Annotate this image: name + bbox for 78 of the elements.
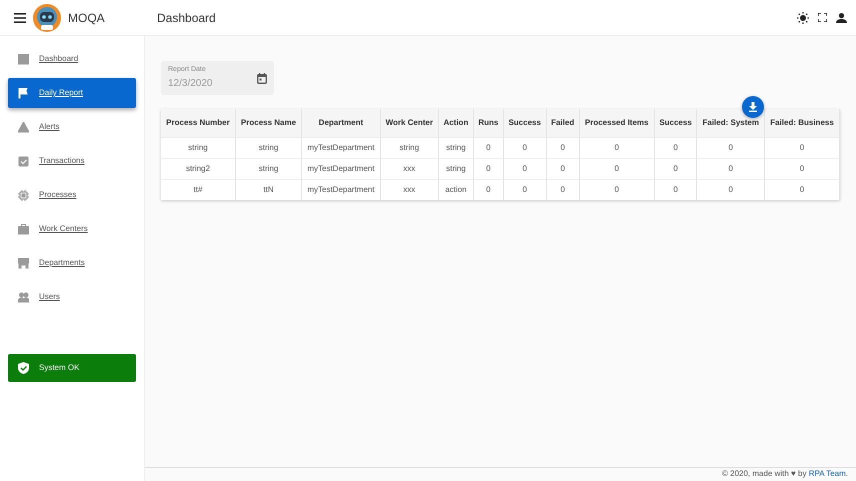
column-header: Action [438, 109, 474, 138]
table-cell: string [235, 158, 302, 180]
table-cell: tt# [161, 180, 236, 200]
table-cell: string [235, 138, 302, 158]
column-header: Success [654, 109, 697, 138]
table-cell: 0 [503, 138, 546, 158]
sidebar-item[interactable]: Dashboard [8, 44, 136, 74]
table-cell: string [380, 138, 438, 158]
table-cell: 0 [696, 180, 765, 200]
download-icon [748, 102, 758, 112]
shield-check-icon [18, 362, 29, 374]
warning-icon [18, 122, 29, 132]
sidebar-item[interactable]: Work Centers [8, 214, 136, 244]
table-cell: xxx [380, 180, 438, 200]
table-cell: myTestDepartment [302, 138, 380, 158]
table-cell: 0 [654, 180, 697, 200]
briefcase-icon [18, 224, 29, 234]
table-cell: myTestDepartment [302, 180, 380, 200]
table-cell: 0 [579, 138, 654, 158]
table-cell: 0 [473, 158, 504, 180]
table-cell: 0 [473, 180, 504, 200]
table-cell: 0 [546, 158, 580, 180]
sidebar-item[interactable]: Transactions [8, 146, 136, 176]
column-header: Failed: Business [764, 109, 840, 138]
store-icon [18, 258, 29, 268]
column-header: Process Name [235, 109, 302, 138]
column-header: Success [503, 109, 546, 138]
table-cell: 0 [764, 138, 840, 158]
table-cell: 0 [654, 138, 697, 158]
page-title: Dashboard [157, 10, 216, 26]
table-cell: 0 [503, 158, 546, 180]
robot-logo-icon [32, 2, 62, 32]
table-cell: 0 [546, 138, 580, 158]
sidebar-item[interactable]: Alerts [8, 112, 136, 142]
table-cell: 0 [473, 138, 504, 158]
table-cell: 0 [696, 138, 765, 158]
chip-icon [18, 190, 29, 200]
user-icon[interactable] [836, 12, 847, 22]
fullscreen-icon[interactable] [818, 13, 827, 22]
table-cell: 0 [764, 180, 840, 200]
table-cell: action [438, 180, 474, 200]
column-header: Runs [473, 109, 504, 138]
column-header: Process Number [161, 109, 236, 138]
flag-icon [18, 88, 29, 98]
download-button[interactable] [742, 96, 764, 118]
sidebar-item[interactable]: Processes [8, 180, 136, 210]
menu-icon[interactable] [14, 12, 26, 22]
field-value: 12/3/2020 [168, 76, 214, 91]
calendar-icon[interactable] [257, 72, 267, 84]
table-cell: 0 [764, 158, 840, 180]
table-cell: string [438, 158, 474, 180]
table-cell: 0 [503, 180, 546, 200]
column-header: Department [302, 109, 380, 138]
table-cell: ttN [235, 180, 302, 200]
table-cell: xxx [380, 158, 438, 180]
table-cell: string [161, 138, 236, 158]
column-header: Processed Items [579, 109, 654, 138]
dashboard-icon [18, 54, 29, 64]
sidebar-item[interactable]: Users [8, 282, 136, 312]
sidebar-item[interactable]: Departments [8, 248, 136, 278]
clipboard-check-icon [18, 156, 29, 166]
table-cell: 0 [579, 158, 654, 180]
column-header: Work Center [380, 109, 438, 138]
table-cell: 0 [696, 158, 765, 180]
table-cell: 0 [546, 180, 580, 200]
table-cell: 0 [579, 180, 654, 200]
table-cell: string [438, 138, 474, 158]
table-cell: 0 [654, 158, 697, 180]
team-link[interactable]: RPA Team [808, 469, 846, 478]
sidebar-item[interactable]: Daily Report [8, 78, 136, 108]
brightness-icon[interactable] [797, 12, 809, 24]
people-icon [18, 292, 29, 302]
column-header: Failed [546, 109, 580, 138]
system-status-button[interactable]: System OK [8, 354, 136, 382]
table-cell: string2 [161, 158, 236, 180]
app-name: MOQA [68, 10, 105, 26]
table-cell: myTestDepartment [302, 158, 380, 180]
footer-text: © 2020, made with ♥ by RPA Team. [722, 469, 848, 478]
